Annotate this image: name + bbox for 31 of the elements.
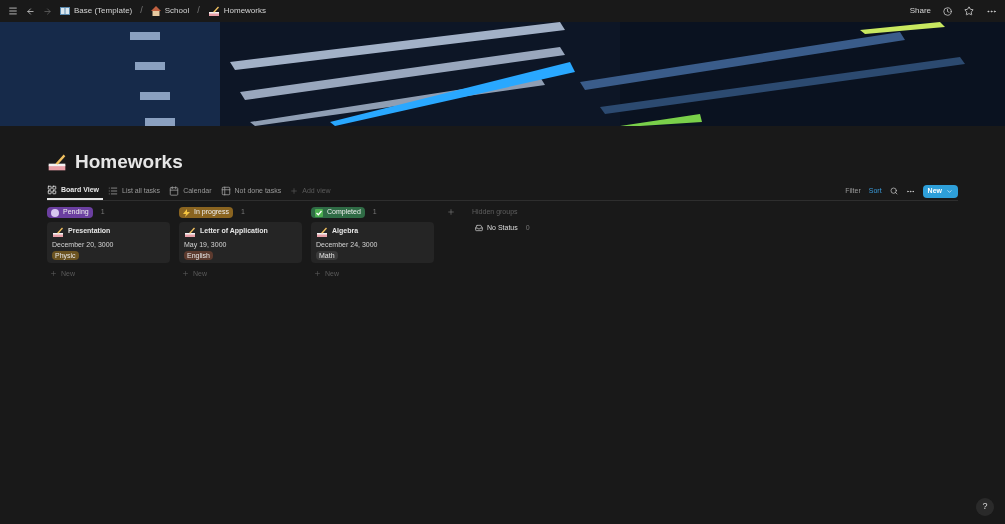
writing-hand-icon [52, 225, 64, 238]
book-icon [60, 6, 70, 16]
calendar-icon [169, 186, 180, 196]
search-icon[interactable] [889, 187, 898, 195]
plus-icon [50, 270, 57, 278]
list-icon [108, 186, 118, 196]
back-icon[interactable] [26, 6, 35, 16]
plus-icon [314, 270, 321, 278]
table-icon [220, 186, 231, 196]
inbox-icon [475, 223, 483, 232]
plus-icon [182, 270, 189, 278]
writing-hand-icon [207, 5, 220, 17]
checkbox-icon [315, 208, 323, 217]
share-button[interactable]: Share [909, 5, 931, 17]
star-icon[interactable] [964, 6, 974, 16]
writing-hand-icon [316, 225, 328, 238]
clock-icon[interactable] [943, 6, 952, 16]
house-icon [150, 6, 161, 16]
lightning-icon [183, 208, 190, 217]
board-icon [47, 185, 57, 195]
menu-icon[interactable] [8, 6, 18, 16]
breadcrumb-link[interactable]: Homeworks [223, 5, 266, 17]
breadcrumb-link[interactable]: School [164, 5, 190, 17]
breadcrumb-separator: / [139, 4, 144, 18]
writing-hand-icon [184, 225, 196, 238]
page-title: Homeworks [75, 150, 183, 174]
plus-icon [290, 187, 299, 195]
writing-hand-icon [47, 152, 67, 173]
breadcrumb-separator: / [196, 4, 201, 18]
breadcrumb-link[interactable]: Base (Template) [74, 5, 133, 17]
help-button[interactable]: ? [976, 498, 994, 516]
